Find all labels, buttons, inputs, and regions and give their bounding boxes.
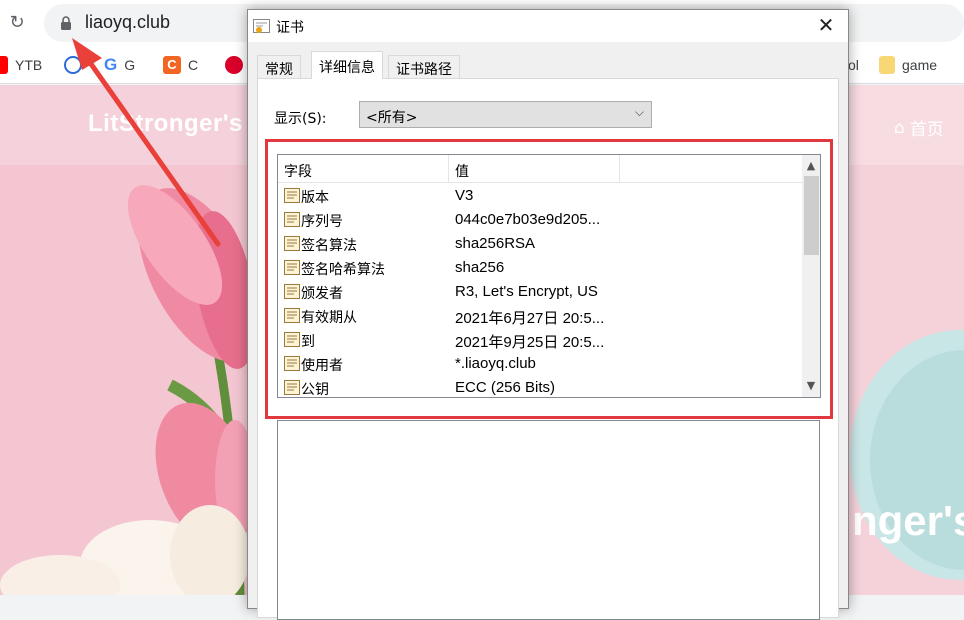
table-row[interactable]: 序列号 044c0e7b03e9d205... bbox=[278, 207, 804, 231]
row-field: 到 bbox=[301, 334, 315, 350]
bookmark-1[interactable] bbox=[64, 54, 82, 76]
table-row[interactable]: 有效期从 2021年6月27日 20:5... bbox=[278, 303, 804, 327]
vertical-scrollbar[interactable]: ▲ ▼ bbox=[802, 155, 820, 397]
tab-details[interactable]: 详细信息 bbox=[311, 51, 383, 79]
bookmark-game[interactable]: game bbox=[879, 54, 937, 76]
macaron-illustration bbox=[850, 330, 964, 580]
table-row[interactable]: 版本 V3 bbox=[278, 183, 804, 207]
field-icon bbox=[284, 260, 300, 275]
row-field: 签名哈希算法 bbox=[301, 262, 385, 278]
table-row[interactable]: 颁发者 R3, Let's Encrypt, US bbox=[278, 279, 804, 303]
row-value: ECC (256 Bits) bbox=[455, 379, 556, 396]
reload-icon[interactable]: ↻ bbox=[6, 12, 28, 34]
details-panel: 显示(S): <所有> ⌵ 字段 值 版本 V3 序列号 044c0e7b03e9d2… bbox=[257, 78, 839, 620]
bookmark-favicon-icon bbox=[64, 56, 82, 74]
scroll-down-icon[interactable]: ▼ bbox=[802, 377, 820, 395]
bookmark-ytb[interactable]: YTB bbox=[0, 54, 42, 76]
folder-icon bbox=[879, 56, 895, 74]
row-field: 公钥 bbox=[301, 382, 329, 398]
field-icon bbox=[284, 308, 300, 323]
table-row[interactable]: 签名算法 sha256RSA bbox=[278, 231, 804, 255]
table-row[interactable]: 到 2021年9月25日 20:5... bbox=[278, 327, 804, 351]
field-icon bbox=[284, 380, 300, 395]
column-header-value[interactable]: 值 bbox=[449, 155, 620, 183]
row-value: R3, Let's Encrypt, US bbox=[455, 283, 598, 300]
site-title[interactable]: LitStronger's bbox=[88, 110, 243, 138]
field-icon bbox=[284, 332, 300, 347]
close-button[interactable]: ✕ bbox=[804, 10, 848, 42]
row-value: sha256RSA bbox=[455, 235, 536, 252]
row-value: 2021年9月25日 20:5... bbox=[455, 334, 605, 351]
table-row[interactable]: 签名哈希算法 sha256 bbox=[278, 255, 804, 279]
bookmark-c[interactable]: C C bbox=[163, 54, 198, 76]
field-icon bbox=[284, 284, 300, 299]
lock-icon[interactable] bbox=[60, 16, 72, 30]
chevron-down-icon: ⌵ bbox=[634, 105, 644, 119]
tab-general[interactable]: 常规 bbox=[257, 55, 301, 78]
home-icon: ⌂ bbox=[894, 117, 905, 138]
dialog-title: 证书 bbox=[276, 20, 304, 36]
table-row[interactable]: 公钥 ECC (256 Bits) bbox=[278, 375, 804, 399]
dialog-titlebar[interactable]: 证书 ✕ bbox=[248, 10, 848, 42]
bookmark-g[interactable]: G G bbox=[104, 54, 135, 76]
tab-cert-path[interactable]: 证书路径 bbox=[388, 55, 460, 78]
listview-rows: 版本 V3 序列号 044c0e7b03e9d205... 签名算法 sha256RSA 签… bbox=[278, 183, 804, 399]
scrollbar-thumb[interactable] bbox=[804, 176, 819, 255]
row-field: 签名算法 bbox=[301, 238, 357, 254]
certificate-icon bbox=[253, 19, 270, 33]
youtube-icon bbox=[0, 56, 8, 74]
bookmark-netease[interactable] bbox=[225, 54, 243, 76]
field-icon bbox=[284, 236, 300, 251]
row-field: 序列号 bbox=[301, 214, 343, 230]
fields-listview[interactable]: 字段 值 版本 V3 序列号 044c0e7b03e9d205... 签名算法 sha25… bbox=[277, 154, 821, 398]
row-value: V3 bbox=[455, 187, 474, 204]
field-detail-box[interactable] bbox=[277, 420, 820, 620]
show-dropdown[interactable]: <所有> ⌵ bbox=[359, 101, 652, 128]
url-text[interactable]: liaoyq.club bbox=[85, 12, 170, 33]
nav-home-link[interactable]: ⌂ 首页 bbox=[894, 115, 944, 141]
row-field: 有效期从 bbox=[301, 310, 357, 326]
field-icon bbox=[284, 356, 300, 371]
row-value: sha256 bbox=[455, 259, 505, 276]
netease-music-icon bbox=[225, 56, 243, 74]
certificate-dialog: 证书 ✕ 常规 详细信息 证书路径 显示(S): <所有> ⌵ 字段 值 版本 V… bbox=[247, 9, 849, 620]
hero-text: nger's w bbox=[852, 497, 964, 544]
row-value: 2021年6月27日 20:5... bbox=[455, 310, 605, 327]
column-header-field[interactable]: 字段 bbox=[278, 155, 449, 183]
scroll-up-icon[interactable]: ▲ bbox=[802, 157, 820, 175]
row-field: 颁发者 bbox=[301, 286, 343, 302]
row-value: *.liaoyq.club bbox=[455, 355, 536, 372]
show-label: 显示(S): bbox=[274, 111, 327, 127]
bookmark-ol[interactable]: ol bbox=[848, 54, 859, 76]
field-icon bbox=[284, 212, 300, 227]
row-value: 044c0e7b03e9d205... bbox=[455, 211, 601, 228]
listview-header: 字段 值 bbox=[278, 155, 804, 183]
table-row[interactable]: 使用者 *.liaoyq.club bbox=[278, 351, 804, 375]
row-field: 使用者 bbox=[301, 358, 343, 374]
field-icon bbox=[284, 188, 300, 203]
row-field: 版本 bbox=[301, 190, 329, 206]
csdn-icon: C bbox=[163, 56, 181, 74]
google-icon: G bbox=[104, 55, 118, 74]
